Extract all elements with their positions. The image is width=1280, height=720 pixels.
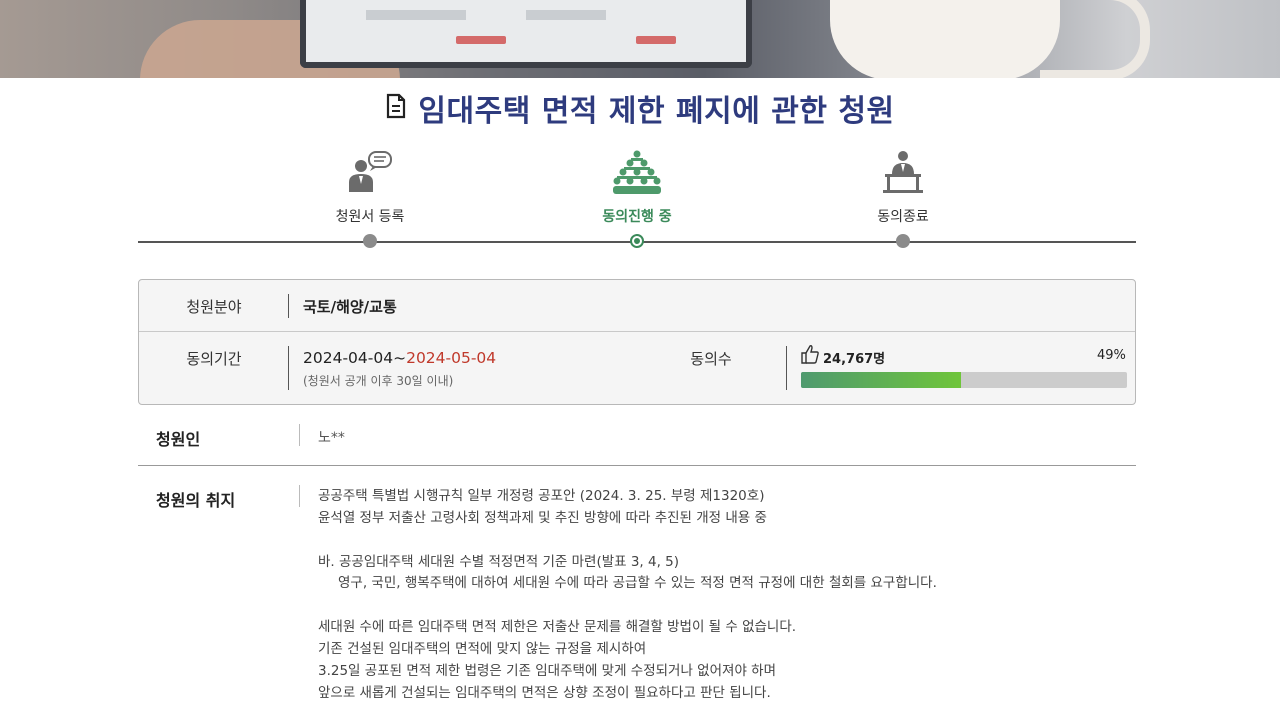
step-register: 청원서 등록 <box>280 140 460 248</box>
banner-monitor-shape <box>300 0 752 68</box>
step-agreeing-dot <box>630 234 644 248</box>
progress-steps: 청원서 등록 동의진행 중 동의종료 <box>138 140 1136 260</box>
step-closed-dot <box>896 234 910 248</box>
purpose-line: 영구, 국민, 행복주택에 대하여 세대원 수에 따라 공급할 수 있는 적정 … <box>338 575 937 592</box>
header-banner-image <box>0 0 1280 78</box>
step-register-label: 청원서 등록 <box>335 209 405 225</box>
page-title-wrap: 임대주택 면적 제한 폐지에 관한 청원 <box>0 86 1280 130</box>
banner-cup-handle-shape <box>1040 0 1150 78</box>
petition-info-box: 청원분야 국토/해양/교통 동의기간 2024-04-04~2024-05-04… <box>138 279 1136 405</box>
category-value: 국토/해양/교통 <box>303 298 397 316</box>
period-divider <box>288 346 289 390</box>
petitioner-divider <box>299 424 300 446</box>
period-end: 2024-05-04 <box>406 349 497 367</box>
purpose-line: 바. 공공임대주택 세대원 수별 적정면적 기준 마련(발표 3, 4, 5) <box>318 553 680 570</box>
category-label: 청원분야 <box>186 298 242 316</box>
document-icon <box>385 93 407 123</box>
step-agreeing: 동의진행 중 <box>547 140 727 248</box>
step-register-dot <box>363 234 377 248</box>
agree-percent: 49% <box>1097 348 1126 363</box>
step-agreeing-label: 동의진행 중 <box>602 209 672 225</box>
period-start: 2024-04-04~ <box>303 349 407 367</box>
purpose-line: 앞으로 새롭게 건설되는 임대주택의 면적은 상향 조정이 필요하다고 판단 됩… <box>318 684 771 701</box>
page-title: 임대주택 면적 제한 폐지에 관한 청원 <box>418 94 895 129</box>
banner-cup-shape <box>830 0 1060 78</box>
thumbs-up-icon <box>801 344 819 368</box>
purpose-body: 공공주택 특별법 시행규칙 일부 개정령 공포안 (2024. 3. 25. 부… <box>318 486 1118 704</box>
step-closed-label: 동의종료 <box>877 209 929 225</box>
period-label: 동의기간 <box>186 350 242 368</box>
purpose-line: 공공주택 특별법 시행규칙 일부 개정령 공포안 (2024. 3. 25. 부… <box>318 488 765 504</box>
purpose-divider <box>299 485 300 507</box>
group-agree-icon <box>547 140 727 194</box>
purpose-line: 윤석열 정부 저출산 고령사회 정책과제 및 추진 방향에 따라 추진된 개정 … <box>318 509 767 526</box>
agree-divider <box>786 346 787 390</box>
podium-speaker-icon <box>813 140 993 194</box>
purpose-line: 세대원 수에 따른 임대주택 면적 제한은 저출산 문제를 해결할 방법이 될 … <box>318 619 797 636</box>
petition-register-icon <box>280 140 460 194</box>
agree-progress-fill <box>801 372 961 388</box>
agree-count: 24,767명 <box>823 352 886 367</box>
category-row: 청원분야 국토/해양/교통 <box>139 280 1135 332</box>
step-closed: 동의종료 <box>813 140 993 248</box>
petitioner-label: 청원인 <box>156 430 201 449</box>
purpose-label: 청원의 취지 <box>156 491 236 510</box>
petitioner-value: 노** <box>318 430 345 446</box>
period-note: (청원서 공개 이후 30일 이내) <box>303 374 454 388</box>
period-dates: 2024-04-04~2024-05-04 <box>303 349 496 367</box>
purpose-line: 3.25일 공포된 면적 제한 법령은 기존 임대주택에 맞게 수정되거나 없어… <box>318 662 776 679</box>
category-divider <box>288 294 289 318</box>
agree-progress-bar <box>801 372 1127 388</box>
purpose-line: 기존 건설된 임대주택의 면적에 맞지 않는 규정을 제시하여 <box>318 640 647 657</box>
section-divider <box>138 465 1136 466</box>
agree-count-label: 동의수 <box>690 350 732 368</box>
